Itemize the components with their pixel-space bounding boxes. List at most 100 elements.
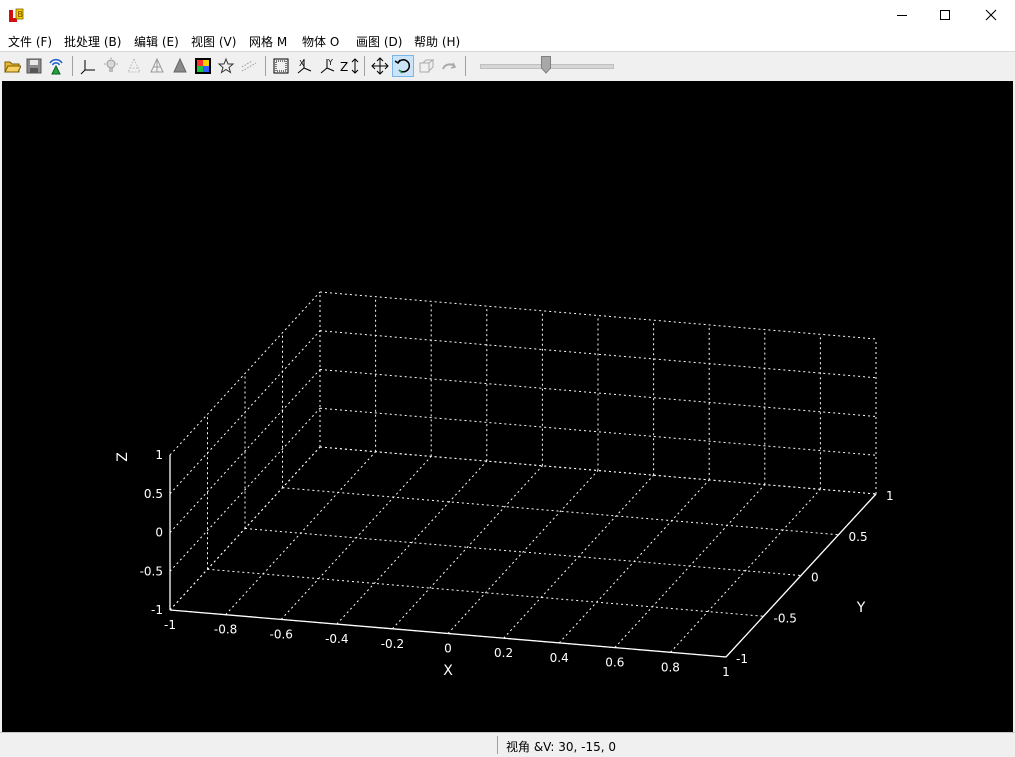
menu-edit[interactable]: 编辑 (E) bbox=[134, 33, 179, 50]
z-axis-label: Z bbox=[115, 452, 131, 462]
wireframe-cone-button[interactable] bbox=[146, 55, 168, 77]
status-separator bbox=[497, 736, 498, 754]
y-tick-label: -0.5 bbox=[774, 611, 797, 625]
toolbar-separator bbox=[265, 56, 266, 76]
y-tick-label: 0 bbox=[811, 571, 819, 585]
light-button[interactable] bbox=[100, 55, 122, 77]
plot-canvas[interactable]: Z X Y 1 0.5 0 -0.5 -1 -1 -0.8 -0.6 -0.4 -0.2 0 0.2 0… bbox=[2, 81, 1013, 732]
z-tick-label: -1 bbox=[151, 603, 163, 617]
floor-grid-line bbox=[392, 465, 543, 630]
menu-object[interactable]: 物体 O bbox=[302, 33, 339, 50]
wireframe-cone-icon bbox=[150, 57, 164, 73]
mesh-cone-icon bbox=[127, 57, 141, 73]
axes-icon bbox=[80, 60, 95, 75]
minimize-button[interactable] bbox=[879, 0, 925, 30]
maximize-button[interactable] bbox=[922, 0, 968, 30]
reset-button[interactable] bbox=[438, 55, 460, 77]
svg-text:X: X bbox=[299, 59, 305, 68]
x-tick-label: 0.2 bbox=[494, 646, 513, 660]
color-map-button[interactable] bbox=[192, 55, 214, 77]
save-button[interactable] bbox=[23, 55, 45, 77]
axes-button[interactable] bbox=[77, 55, 99, 77]
menu-draw[interactable]: 画图 (D) bbox=[356, 33, 402, 50]
bounding-box-icon bbox=[273, 58, 289, 74]
side-wall-grid-line bbox=[169, 330, 321, 495]
svg-text:B: B bbox=[18, 10, 24, 19]
points-button[interactable] bbox=[238, 55, 260, 77]
pan-icon bbox=[371, 57, 389, 75]
x-tick-label: 0.4 bbox=[550, 651, 569, 665]
pan-button[interactable] bbox=[369, 55, 391, 77]
title-bar: B bbox=[0, 0, 1015, 30]
x-axis-label: X bbox=[443, 663, 453, 679]
svg-text:Y: Y bbox=[327, 58, 333, 67]
status-bar: 视角 &V: 30, -15, 0 bbox=[0, 732, 1015, 757]
open-button[interactable] bbox=[1, 55, 23, 77]
bounding-box-button[interactable] bbox=[270, 55, 292, 77]
minimize-icon bbox=[897, 15, 907, 16]
zoom-slider-thumb[interactable] bbox=[541, 56, 551, 74]
x-tick-label: 0 bbox=[444, 642, 452, 656]
plot-svg: Z X Y 10.50-0.5-1-1 -0.8 -0.6 -0.4 -0.2 0 0.2 0… bbox=[115, 291, 894, 679]
floor-grid-line bbox=[336, 460, 488, 625]
menu-bar: 文件 (F) 批处理 (B) 编辑 (E) 视图 (V) 网格 M 物体 O 画… bbox=[0, 30, 1015, 52]
wireless-button[interactable] bbox=[45, 55, 67, 77]
app-logo-icon: B bbox=[9, 8, 24, 22]
toolbar-separator bbox=[364, 56, 365, 76]
x-tick-label: -0.2 bbox=[381, 637, 404, 651]
y-axis-line bbox=[725, 493, 877, 658]
maximize-icon bbox=[940, 10, 950, 20]
close-icon bbox=[985, 9, 997, 21]
floor-grid-line bbox=[447, 470, 599, 634]
y-tick-label: 0.5 bbox=[849, 530, 868, 544]
floor-grid-line bbox=[670, 488, 821, 653]
x-tick-label: -0.8 bbox=[214, 623, 237, 637]
y-tick-label: 1 bbox=[886, 489, 894, 503]
z-axis-button[interactable]: Z bbox=[339, 55, 361, 77]
close-button[interactable] bbox=[968, 0, 1014, 30]
zoom-icon bbox=[419, 59, 435, 73]
save-icon bbox=[26, 58, 42, 74]
side-wall-grid-line bbox=[169, 446, 321, 611]
x-tick-label: 1 bbox=[722, 665, 730, 679]
rotate-icon bbox=[394, 59, 411, 74]
y-axis-button[interactable]: Y bbox=[316, 55, 338, 77]
grid-layer bbox=[169, 291, 877, 658]
wireless-icon bbox=[49, 58, 63, 75]
solid-cone-button[interactable] bbox=[169, 55, 191, 77]
z-tick-label: 1 bbox=[155, 448, 163, 462]
x-tick-label: 0.6 bbox=[605, 656, 624, 670]
label-layer: Z X Y 10.50-0.5-1-1 -0.8 -0.6 -0.4 -0.2 0 0.2 0… bbox=[115, 448, 894, 679]
y-axis-icon: Y bbox=[320, 58, 335, 74]
toolbar-separator bbox=[72, 56, 73, 76]
toolbar-separator bbox=[465, 56, 466, 76]
z-axis-icon: Z bbox=[340, 58, 359, 74]
x-tick-label: -0.4 bbox=[325, 632, 348, 646]
star-icon bbox=[217, 57, 235, 74]
x-axis-button[interactable]: X bbox=[293, 55, 315, 77]
color-map-icon bbox=[195, 58, 211, 74]
menu-help[interactable]: 帮助 (H) bbox=[414, 33, 460, 50]
z-tick-label: 0.5 bbox=[144, 487, 163, 501]
x-tick-label: 0.8 bbox=[661, 660, 680, 674]
z-tick-label: -0.5 bbox=[140, 564, 163, 578]
menu-mesh[interactable]: 网格 M bbox=[249, 33, 287, 50]
x-tick-label: -1 bbox=[164, 618, 176, 632]
menu-view[interactable]: 视图 (V) bbox=[191, 33, 236, 50]
side-wall-grid-line bbox=[169, 291, 321, 456]
x-tick-label: -0.6 bbox=[269, 627, 292, 641]
floor-grid-line bbox=[503, 474, 654, 639]
y-tick-label: -1 bbox=[736, 652, 748, 666]
star-button[interactable] bbox=[215, 55, 237, 77]
points-icon bbox=[241, 60, 257, 72]
z-tick-label: 0 bbox=[155, 526, 163, 540]
menu-batch[interactable]: 批处理 (B) bbox=[64, 33, 121, 50]
mesh-cone-button[interactable] bbox=[123, 55, 145, 77]
view-angle-status: 视角 &V: 30, -15, 0 bbox=[506, 740, 617, 754]
light-icon bbox=[104, 57, 118, 72]
menu-file[interactable]: 文件 (F) bbox=[8, 33, 52, 50]
x-axis-icon: X bbox=[297, 59, 312, 74]
zoom-button[interactable] bbox=[415, 55, 437, 77]
solid-cone-icon bbox=[173, 57, 187, 73]
rotate-button[interactable] bbox=[392, 55, 414, 77]
